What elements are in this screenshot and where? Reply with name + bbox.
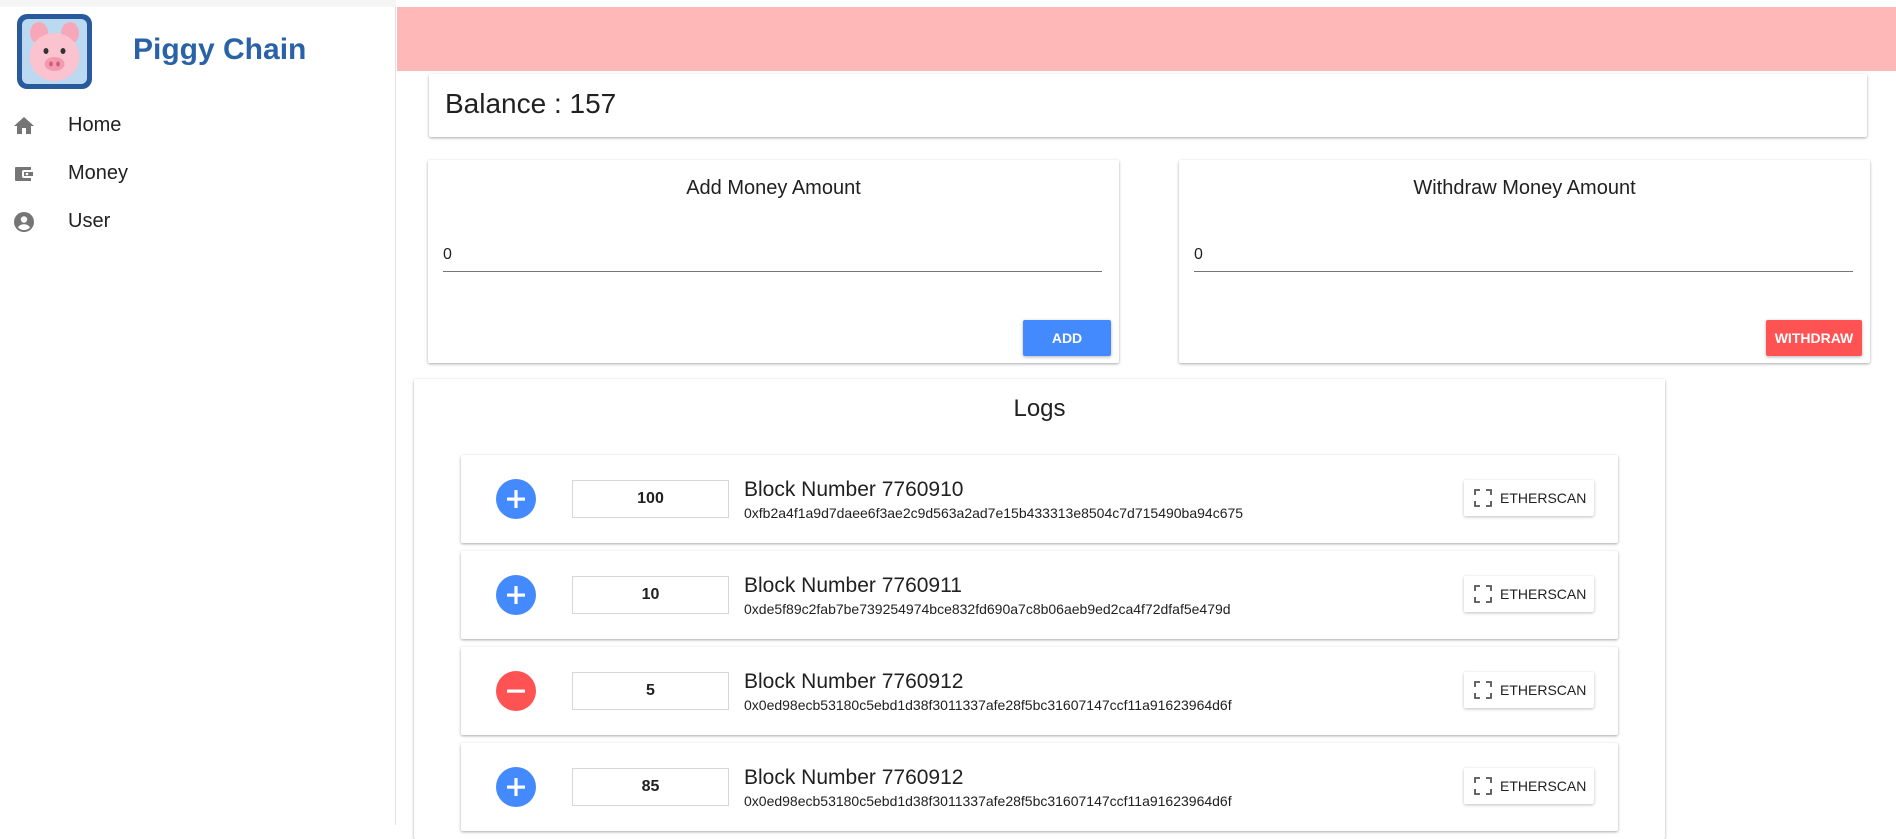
balance-value: 157 (569, 88, 617, 119)
log-amount: 85 (572, 768, 729, 806)
app-title: Piggy Chain (133, 33, 307, 66)
sidebar-item-label: User (68, 210, 111, 232)
sidebar: Piggy Chain Home Money User (0, 0, 396, 825)
add-money-title: Add Money Amount (686, 177, 861, 199)
etherscan-button[interactable]: ETHERSCAN (1464, 480, 1594, 516)
log-amount: 100 (572, 480, 729, 518)
withdraw-amount-input[interactable] (1194, 242, 1853, 272)
withdraw-money-card: Withdraw Money Amount WITHDRAW (1179, 160, 1870, 363)
account-circle-icon (12, 210, 36, 234)
log-tx-hash: 0xde5f89c2fab7be739254974bce832fd690a7c8… (744, 601, 1231, 617)
add-button[interactable]: ADD (1023, 320, 1111, 356)
withdraw-money-title: Withdraw Money Amount (1413, 177, 1636, 199)
fullscreen-icon (1474, 777, 1492, 795)
log-block-number: Block Number 7760910 (744, 478, 964, 501)
balance-card: Balance : 157 (429, 74, 1867, 137)
log-row: 100 Block Number 7760910 0xfb2a4f1a9d7da… (461, 455, 1618, 543)
pig-icon (22, 19, 87, 84)
alert-banner (397, 7, 1896, 71)
balance-label: Balance : (445, 88, 570, 119)
minus-circle-icon (496, 671, 536, 711)
wallet-icon (12, 162, 36, 186)
add-money-card: Add Money Amount ADD (428, 160, 1119, 363)
log-tx-hash: 0x0ed98ecb53180c5ebd1d38f3011337afe28f5b… (744, 793, 1232, 809)
plus-circle-icon (496, 575, 536, 615)
etherscan-button[interactable]: ETHERSCAN (1464, 576, 1594, 612)
logs-title: Logs (1013, 395, 1066, 422)
log-block-number: Block Number 7760912 (744, 766, 964, 789)
sidebar-item-label: Money (68, 162, 129, 184)
log-block-number: Block Number 7760911 (744, 574, 962, 597)
add-amount-input[interactable] (443, 242, 1102, 272)
top-strip (0, 0, 396, 7)
log-amount: 10 (572, 576, 729, 614)
fullscreen-icon (1474, 585, 1492, 603)
sidebar-item-label: Home (68, 114, 122, 136)
log-tx-hash: 0x0ed98ecb53180c5ebd1d38f3011337afe28f5b… (744, 697, 1232, 713)
log-row: 85 Block Number 7760912 0x0ed98ecb53180c… (461, 743, 1618, 831)
plus-circle-icon (496, 767, 536, 807)
etherscan-button[interactable]: ETHERSCAN (1464, 768, 1594, 804)
etherscan-button[interactable]: ETHERSCAN (1464, 672, 1594, 708)
etherscan-label: ETHERSCAN (1500, 586, 1587, 602)
log-row: 10 Block Number 7760911 0xde5f89c2fab7be… (461, 551, 1618, 639)
home-icon (12, 114, 36, 138)
fullscreen-icon (1474, 681, 1492, 699)
log-amount: 5 (572, 672, 729, 710)
fullscreen-icon (1474, 489, 1492, 507)
log-block-number: Block Number 7760912 (744, 670, 964, 693)
etherscan-label: ETHERSCAN (1500, 778, 1587, 794)
log-row: 5 Block Number 7760912 0x0ed98ecb53180c5… (461, 647, 1618, 735)
piggy-logo[interactable] (17, 14, 92, 89)
plus-circle-icon (496, 479, 536, 519)
withdraw-button[interactable]: WITHDRAW (1766, 320, 1862, 356)
logs-card: Logs 100 Block Number 7760910 0xfb2a4f1a… (414, 379, 1665, 839)
etherscan-label: ETHERSCAN (1500, 682, 1587, 698)
sidebar-item-user[interactable]: User (0, 200, 396, 244)
balance-display: Balance : 157 (445, 88, 616, 120)
etherscan-label: ETHERSCAN (1500, 490, 1587, 506)
sidebar-item-money[interactable]: Money (0, 152, 396, 196)
sidebar-item-home[interactable]: Home (0, 104, 396, 148)
log-tx-hash: 0xfb2a4f1a9d7daee6f3ae2c9d563a2ad7e15b43… (744, 505, 1244, 521)
